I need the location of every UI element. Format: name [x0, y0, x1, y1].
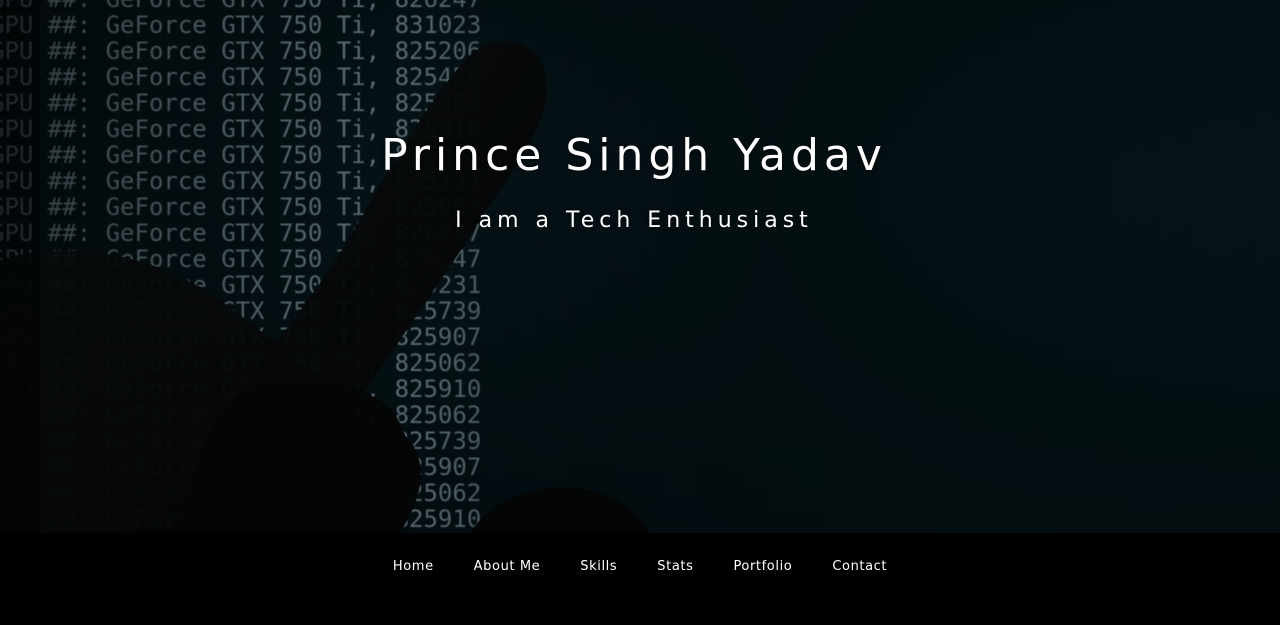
hero-dark-overlay: [0, 0, 1280, 533]
nav-item-home[interactable]: Home: [392, 557, 435, 576]
hero-section: GPU ##: GeForce GTX 750 Ti, 826247GPU ##…: [0, 0, 1280, 533]
hero-subtitle: I am a Tech Enthusiast: [455, 208, 813, 233]
nav-item-portfolio[interactable]: Portfolio: [732, 557, 793, 576]
nav-item-about-me[interactable]: About Me: [473, 557, 542, 576]
nav-item-stats[interactable]: Stats: [656, 557, 694, 576]
nav-item-skills[interactable]: Skills: [579, 557, 618, 576]
bottom-navbar: Home About Me Skills Stats Portfolio Con…: [0, 533, 1280, 625]
nav-item-contact[interactable]: Contact: [831, 557, 888, 576]
hero-title: Prince Singh Yadav: [381, 130, 887, 181]
nav-list: Home About Me Skills Stats Portfolio Con…: [0, 557, 1280, 576]
